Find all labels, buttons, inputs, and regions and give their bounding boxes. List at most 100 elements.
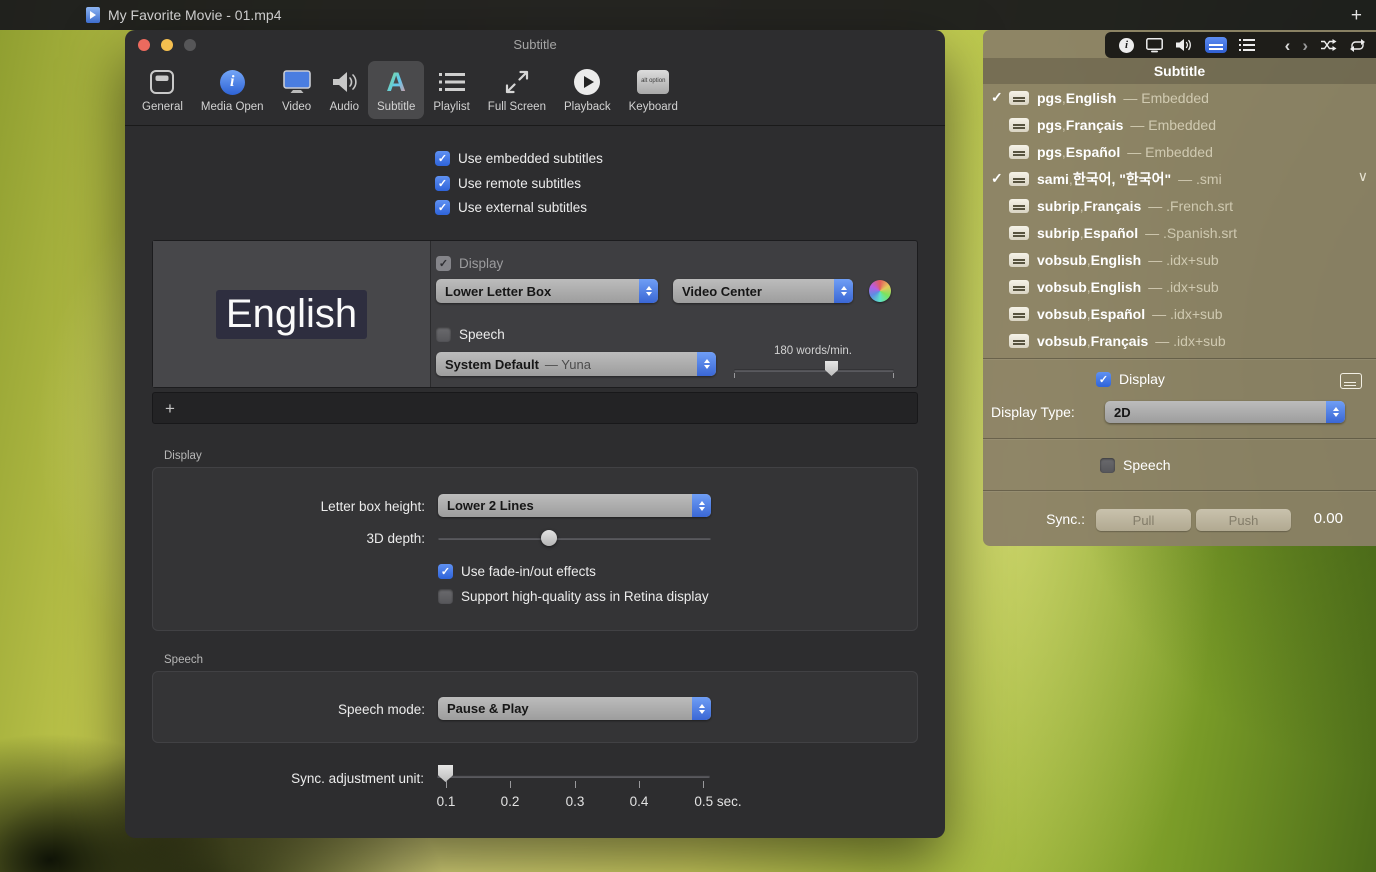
speech-mode-select[interactable]: Pause & Play xyxy=(438,697,711,720)
slider-track xyxy=(437,775,710,778)
sync-pull-button[interactable]: Pull xyxy=(1096,509,1191,531)
subtitle-badge-icon xyxy=(1009,306,1029,321)
use-external-subtitles-checkbox[interactable]: Use external subtitles xyxy=(435,200,587,215)
depth-label: 3D depth: xyxy=(366,531,425,546)
popup-detail: — Yuna xyxy=(544,356,591,372)
subtitle-badge-icon xyxy=(1009,198,1029,213)
toolbar-label: Media Open xyxy=(200,101,264,113)
subtitle-preview-box: English Display Lower Letter Box Video C… xyxy=(152,240,918,388)
subtitle-icon xyxy=(1340,373,1362,389)
hud-speech-checkbox[interactable]: Speech xyxy=(1100,457,1170,473)
voice-select[interactable]: System Default — Yuna xyxy=(436,352,716,376)
subtitle-sample-text: English xyxy=(215,289,368,339)
subtitle-icon: A xyxy=(386,66,406,97)
toolbar-item-full-screen[interactable]: Full Screen xyxy=(479,61,555,119)
toolbar-item-media-open[interactable]: i Media Open xyxy=(192,61,273,119)
retina-ass-checkbox[interactable]: Support high-quality ass in Retina displ… xyxy=(438,589,709,604)
slider-knob[interactable] xyxy=(541,530,557,546)
toolbar-item-playlist[interactable]: Playlist xyxy=(424,61,478,119)
toolbar-item-general[interactable]: General xyxy=(133,61,192,119)
checkbox-label: Display xyxy=(1119,371,1165,387)
subtitle-profile-add-row: + xyxy=(152,392,918,424)
info-button[interactable]: i xyxy=(1119,35,1134,55)
checkbox-icon xyxy=(436,256,451,271)
slider-knob[interactable] xyxy=(438,765,453,782)
subtitle-badge-icon xyxy=(1009,225,1029,240)
repeat-button[interactable] xyxy=(1349,35,1366,55)
preferences-title: Subtitle xyxy=(513,37,557,52)
display-type-label: Display Type: xyxy=(991,404,1075,420)
subtitle-track-row[interactable]: subrip , Français — .French.srt xyxy=(983,192,1376,219)
anchor-position-select[interactable]: Video Center xyxy=(673,279,853,303)
toolbar-item-audio[interactable]: Audio xyxy=(321,61,368,119)
letterbox-height-select[interactable]: Lower 2 Lines xyxy=(438,494,711,517)
subtitle-track-row[interactable]: vobsub , English — .idx+sub xyxy=(983,246,1376,273)
subtitle-track-row[interactable]: pgs , Français — Embedded xyxy=(983,111,1376,138)
subtitle-track-row[interactable]: vobsub , Français — .idx+sub xyxy=(983,327,1376,354)
next-button[interactable]: › xyxy=(1302,35,1308,55)
sync-push-button[interactable]: Push xyxy=(1196,509,1291,531)
fade-effects-checkbox[interactable]: Use fade-in/out effects xyxy=(438,564,596,579)
sync-label: Sync.: xyxy=(1046,511,1085,527)
stepper-icon xyxy=(834,279,853,303)
slider-knob[interactable] xyxy=(825,361,838,376)
preferences-toolbar: General i Media Open Video Audio A Subti… xyxy=(133,61,687,119)
checkbox-icon xyxy=(435,151,450,166)
playback-icon xyxy=(574,66,601,98)
slider-track xyxy=(734,369,894,372)
preferences-window: Subtitle General i Media Open Video Audi… xyxy=(125,30,945,838)
video-panel-button[interactable] xyxy=(1146,35,1163,55)
toolbar-label: General xyxy=(142,101,183,113)
add-icon[interactable]: + xyxy=(165,400,175,417)
stepper-icon xyxy=(697,352,716,376)
slider-tick xyxy=(639,781,640,788)
check-icon xyxy=(991,170,1009,187)
popup-value: Video Center xyxy=(682,283,762,299)
use-remote-subtitles-checkbox[interactable]: Use remote subtitles xyxy=(435,176,581,191)
letterbox-height-label: Letter box height: xyxy=(320,499,425,514)
toolbar-item-keyboard[interactable]: alt option Keyboard xyxy=(620,61,687,119)
slider-tick xyxy=(575,781,576,788)
toolbar-label: Video xyxy=(281,101,312,113)
letterbox-position-select[interactable]: Lower Letter Box xyxy=(436,279,658,303)
subtitle-track-row[interactable]: subrip , Español — .Spanish.srt xyxy=(983,219,1376,246)
shuffle-icon xyxy=(1321,39,1337,51)
subtitle-badge-icon xyxy=(1009,252,1029,267)
subtitle-track-row[interactable]: vobsub , Español — .idx+sub xyxy=(983,300,1376,327)
hud-display-checkbox[interactable]: Display xyxy=(1096,371,1165,387)
shuffle-button[interactable] xyxy=(1320,35,1337,55)
subtitle-panel-button[interactable] xyxy=(1205,35,1227,55)
hud-toolbar: i ‹ › xyxy=(1105,32,1376,58)
chevron-down-icon[interactable]: ∨ xyxy=(1358,168,1368,185)
toolbar-item-playback[interactable]: Playback xyxy=(555,61,620,119)
video-background: My Favorite Movie - 01.mp4 + Subtitle Ge… xyxy=(0,0,1376,872)
subtitle-display-icon-button[interactable] xyxy=(1340,371,1362,391)
general-icon xyxy=(149,66,175,98)
slider-track xyxy=(438,537,711,540)
checkbox-label: Display xyxy=(459,256,504,271)
color-wheel-icon[interactable] xyxy=(869,280,891,302)
subtitle-badge-icon xyxy=(1009,279,1029,294)
previous-button[interactable]: ‹ xyxy=(1285,35,1291,55)
subtitle-track-row[interactable]: pgs , English— Embedded xyxy=(983,84,1376,111)
subtitle-track-row[interactable]: vobsub , English — .idx+sub xyxy=(983,273,1376,300)
subtitle-badge-icon xyxy=(1009,90,1029,105)
preview-display-checkbox[interactable]: Display xyxy=(436,256,503,271)
toolbar-item-subtitle[interactable]: A Subtitle xyxy=(368,61,425,119)
slider-tick xyxy=(510,781,511,788)
tick-label: 0.4 xyxy=(629,794,649,809)
preview-speech-checkbox[interactable]: Speech xyxy=(436,327,505,342)
speech-rate-label: 180 words/min. xyxy=(774,345,852,357)
audio-panel-button[interactable] xyxy=(1175,35,1193,55)
toolbar-item-video[interactable]: Video xyxy=(273,61,321,119)
display-section-box: Letter box height: Lower 2 Lines 3D dept… xyxy=(152,467,918,631)
display-type-select[interactable]: 2D xyxy=(1105,401,1345,423)
use-embedded-subtitles-checkbox[interactable]: Use embedded subtitles xyxy=(435,151,603,166)
toolbar-label: Full Screen xyxy=(487,101,546,113)
subtitle-track-row[interactable]: pgs , Español — Embedded xyxy=(983,138,1376,165)
playlist-panel-button[interactable] xyxy=(1239,35,1255,55)
slider-tick xyxy=(893,373,894,378)
add-button[interactable]: + xyxy=(1351,6,1362,25)
separator xyxy=(983,490,1376,491)
subtitle-track-row[interactable]: sami , 한국어 , "한국어"— .smi ∨ xyxy=(983,165,1376,192)
